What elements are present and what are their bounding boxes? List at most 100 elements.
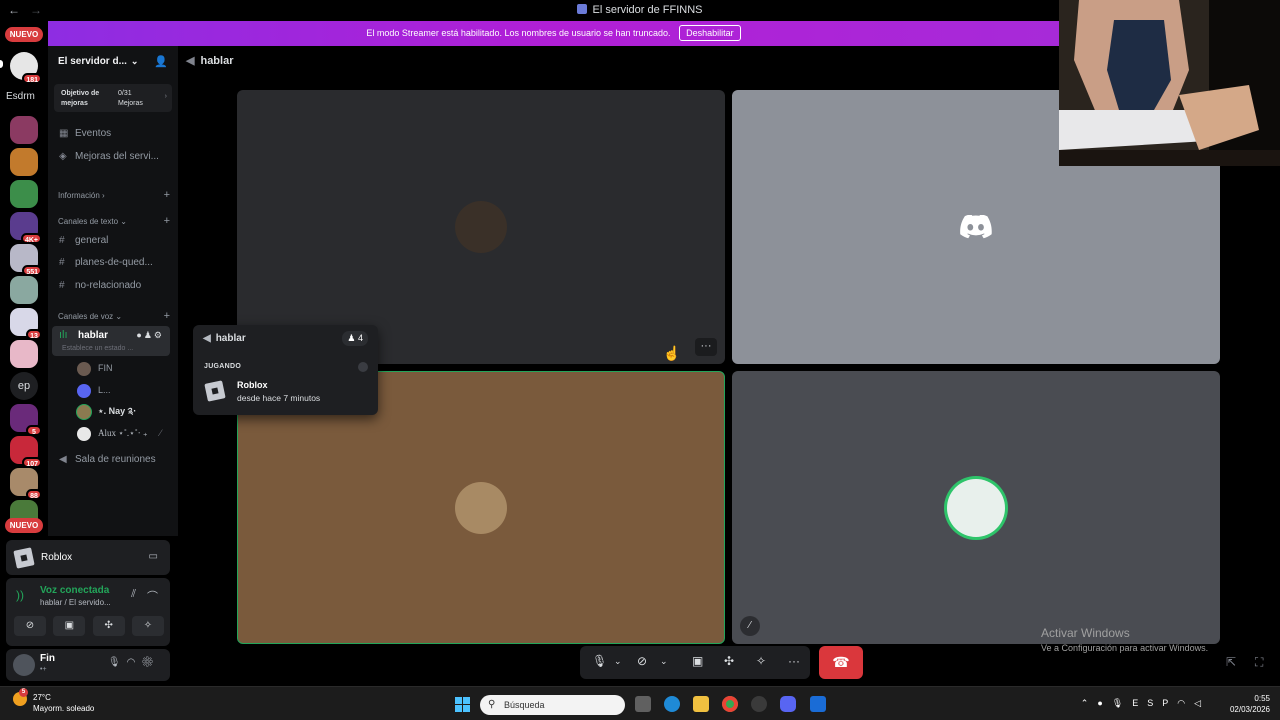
taskbar-search[interactable]: ⚲ Búsqueda: [480, 695, 625, 715]
server-icon-8[interactable]: 13: [10, 308, 42, 340]
file-explorer-icon[interactable]: [693, 696, 709, 712]
sun-icon: 5: [13, 688, 28, 706]
add-member-icon[interactable]: ♟: [144, 330, 154, 340]
chevron-down-icon[interactable]: ⌄: [614, 656, 622, 667]
voice-user[interactable]: L...: [77, 381, 111, 399]
voice-user[interactable]: ⋆. Nay ༉‧: [77, 402, 136, 420]
channel-general[interactable]: # general: [54, 231, 174, 251]
add-channel-icon[interactable]: +: [164, 189, 170, 201]
channel-no-relacionado[interactable]: # no-relacionado: [54, 276, 174, 296]
task-view-icon[interactable]: [635, 696, 651, 712]
weather-desc: Mayorm. soleado: [33, 704, 95, 713]
server-icon-3[interactable]: [10, 148, 38, 176]
channel-planes[interactable]: # planes-de-qued...: [54, 253, 174, 273]
channel-sala-reuniones[interactable]: ◀ Sala de reuniones: [54, 450, 174, 470]
category-text[interactable]: Canales de texto ⌄ +: [58, 215, 170, 227]
microphone-icon[interactable]: 🎙: [108, 657, 127, 668]
discord-icon[interactable]: [780, 696, 796, 712]
chevron-down-icon[interactable]: ⌄: [660, 656, 668, 667]
server-icon-11[interactable]: 107: [10, 436, 42, 468]
speaker-icon: ◀: [59, 454, 67, 465]
channel-label: no-relacionado: [75, 280, 142, 291]
clock[interactable]: 0:55 02/03/2026: [1220, 693, 1270, 715]
participant-avatar: [947, 478, 1005, 537]
app-icon[interactable]: [751, 696, 767, 712]
more-options-icon[interactable]: ···: [695, 338, 717, 356]
screen-share-icon[interactable]: ▭: [149, 551, 158, 562]
events-item[interactable]: ▦ Eventos: [54, 124, 174, 144]
server-icon-7[interactable]: [10, 276, 38, 304]
server-icon-9[interactable]: [10, 340, 38, 368]
category-info[interactable]: Información › +: [58, 189, 170, 201]
activity-panel[interactable]: Roblox ▭: [6, 540, 170, 575]
invite-user-icon[interactable]: 👤: [154, 55, 168, 68]
weather-widget[interactable]: 5 27°C Mayorm. soleado: [13, 688, 95, 714]
boosts-label: Mejoras del servi...: [75, 151, 159, 162]
microphone-icon[interactable]: 🎙: [1112, 698, 1132, 708]
camera-off-icon[interactable]: ⊘: [637, 654, 647, 668]
microphone-icon[interactable]: 🎙: [592, 654, 607, 668]
disconnect-icon[interactable]: ⌒: [147, 588, 158, 604]
add-channel-icon[interactable]: +: [164, 310, 170, 322]
soundboard-button[interactable]: ✧: [131, 616, 164, 636]
server-icon-5[interactable]: 4K+: [10, 212, 42, 244]
signal-icon[interactable]: )): [16, 588, 24, 602]
disconnect-button[interactable]: ☎: [819, 646, 863, 679]
edge-icon[interactable]: [664, 696, 680, 712]
wifi-icon[interactable]: ◠: [1177, 698, 1194, 708]
server-icon-4[interactable]: [10, 180, 38, 208]
gear-icon[interactable]: ⚙: [154, 330, 164, 340]
category-voice[interactable]: Canales de voz ⌄ +: [58, 310, 170, 322]
server-icon-1[interactable]: 181: [10, 52, 42, 84]
camera-off-button[interactable]: ⊘: [14, 616, 46, 636]
boost-count-label: Mejoras: [118, 100, 143, 107]
server-header[interactable]: El servidor d... ⌄: [58, 56, 138, 67]
server-text-icon-2-label: ep: [17, 380, 31, 392]
voice-channel-actions[interactable]: ●♟⚙: [136, 330, 164, 341]
popout-icon[interactable]: ⇱: [1226, 655, 1236, 669]
language-indicator[interactable]: ESP: [1132, 698, 1177, 708]
screen-share-button[interactable]: ▣: [53, 616, 86, 636]
noise-suppression-icon[interactable]: ⫽: [131, 588, 136, 601]
server-icon-10[interactable]: 5: [10, 404, 42, 436]
boosts-item[interactable]: ◈ Mejoras del servi...: [54, 147, 174, 167]
server-text-icon[interactable]: Esdrm: [6, 91, 35, 102]
fullscreen-icon[interactable]: ⛶: [1255, 655, 1263, 670]
channel-label: planes-de-qued...: [75, 257, 153, 268]
gear-icon[interactable]: ⚙: [141, 657, 160, 668]
volume-icon[interactable]: ◁: [1194, 698, 1210, 708]
tray-icons[interactable]: ⌃●🎙ESP◠◁: [1081, 698, 1210, 709]
voice-user[interactable]: Alux ⋆˚.⋆˚‧ ₊ ⁄: [77, 424, 161, 442]
chat-icon[interactable]: ●: [136, 330, 143, 340]
category-text-label: Canales de texto: [58, 217, 119, 226]
voice-status-text[interactable]: Establece un estado ...: [62, 345, 133, 352]
tray-app-icon[interactable]: ●: [1097, 698, 1111, 708]
windows-start-icon[interactable]: [455, 697, 470, 712]
roblox-taskbar-icon[interactable]: [810, 696, 826, 712]
activities-icon[interactable]: ✣: [724, 654, 734, 668]
headphones-icon[interactable]: ◠: [127, 657, 142, 668]
new-badge-bottom: NUEVO: [5, 518, 43, 533]
participant-tile-4[interactable]: ⁄: [732, 371, 1220, 644]
disable-streamer-button[interactable]: Deshabilitar: [679, 25, 741, 41]
unread-badge: 181: [22, 73, 42, 84]
chevron-up-icon[interactable]: ⌃: [1081, 698, 1098, 708]
server-text-icon-2[interactable]: ep: [10, 372, 38, 400]
screen-share-icon[interactable]: ▣: [692, 654, 703, 668]
voice-channel-hablar[interactable]: ılı hablar ●♟⚙ Establece un estado ...: [52, 326, 170, 356]
boost-goal[interactable]: Objetivo de mejoras 0/31 Mejoras ›: [54, 84, 172, 112]
voice-user[interactable]: FIN: [77, 359, 113, 377]
voice-active-icon: ılı: [59, 329, 68, 341]
server-icon-6[interactable]: 551: [10, 244, 42, 276]
soundboard-icon[interactable]: ✧: [756, 654, 766, 668]
chrome-icon[interactable]: [722, 696, 738, 712]
voice-status[interactable]: Voz conectada: [40, 585, 109, 596]
add-channel-icon[interactable]: +: [164, 215, 170, 227]
chevron-down-icon: ⌄: [130, 56, 139, 66]
server-icon-12[interactable]: 88: [10, 468, 42, 500]
participant-tile-1[interactable]: ···: [237, 90, 725, 364]
server-icon-2[interactable]: [10, 116, 38, 144]
more-icon[interactable]: ···: [788, 654, 800, 668]
avatar[interactable]: [13, 654, 35, 676]
activities-button[interactable]: ✣: [92, 616, 125, 636]
